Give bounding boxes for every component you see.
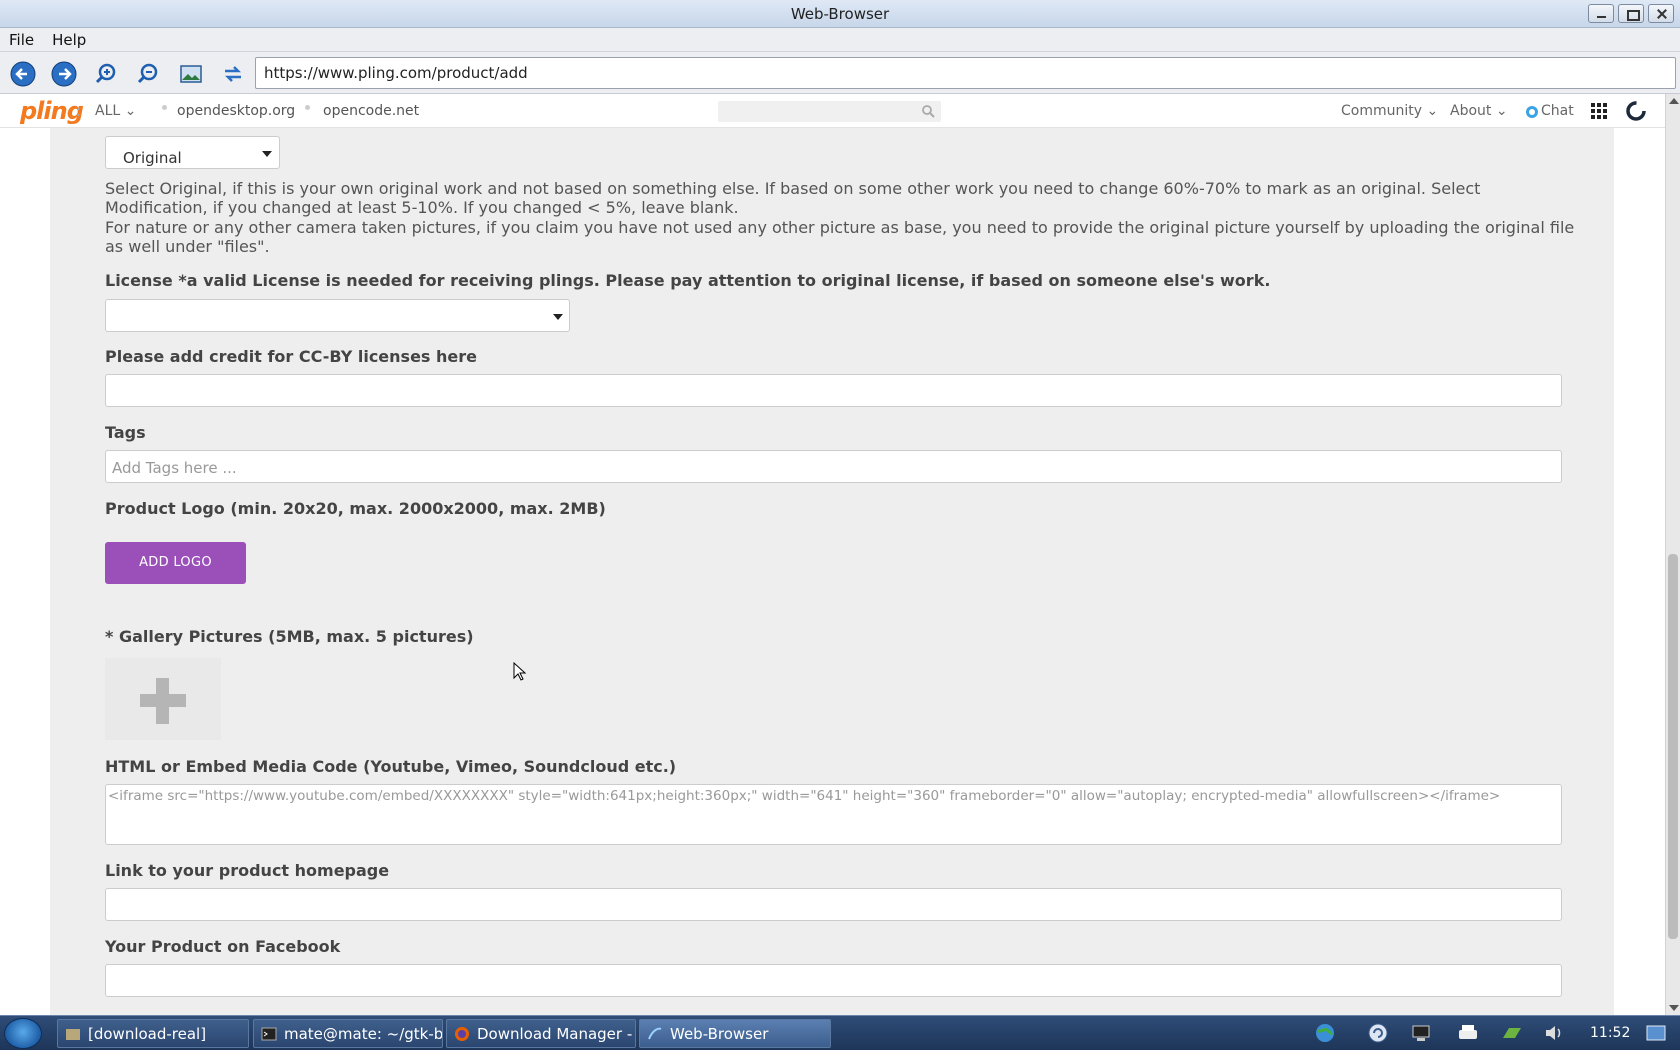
- images-button[interactable]: [177, 60, 205, 88]
- window-titlebar: Web-Browser: [0, 0, 1680, 28]
- embed-label: HTML or Embed Media Code (Youtube, Vimeo…: [105, 757, 677, 776]
- all-dropdown[interactable]: ALL ⌄: [95, 103, 136, 119]
- task-label: mate@mate: ~/gtk-br...: [284, 1025, 443, 1043]
- site-navbar: pling : ALL ⌄ opendesktop.org opencode.n…: [0, 94, 1665, 128]
- logo-separator: :: [76, 102, 82, 120]
- zoom-in-icon: [95, 63, 116, 84]
- zoom-out-icon: [137, 63, 158, 84]
- reload-button[interactable]: [219, 60, 247, 88]
- task-download-real[interactable]: [download-real]: [57, 1019, 249, 1048]
- chevron-down-icon: [262, 151, 272, 157]
- link-opencode[interactable]: opencode.net: [323, 103, 419, 119]
- facebook-label: Your Product on Facebook: [105, 937, 341, 956]
- menubar: File Help: [0, 28, 1680, 52]
- volume-icon[interactable]: [1543, 1022, 1567, 1044]
- tags-placeholder: Add Tags here ...: [112, 459, 237, 477]
- facebook-input[interactable]: [105, 964, 1562, 997]
- tags-input[interactable]: Add Tags here ...: [105, 450, 1562, 483]
- embed-code-textarea[interactable]: <iframe src="https://www.youtube.com/emb…: [105, 784, 1562, 845]
- tags-label: Tags: [105, 423, 146, 442]
- camera-help-text: For nature or any other camera taken pic…: [105, 218, 1575, 256]
- back-button[interactable]: [9, 60, 37, 88]
- add-gallery-picture-button[interactable]: [105, 658, 221, 740]
- chat-icon: [1526, 106, 1538, 118]
- credit-input[interactable]: [105, 374, 1562, 407]
- reload-icon: [224, 66, 242, 82]
- browser-toolbar: https://www.pling.com/product/add: [0, 52, 1680, 94]
- plus-icon-bar: [140, 694, 186, 707]
- original-help-text: Select Original, if this is your own ori…: [105, 179, 1481, 217]
- search-icon: [922, 105, 935, 118]
- license-select[interactable]: [105, 299, 570, 332]
- maximize-button[interactable]: [1618, 4, 1644, 23]
- close-button[interactable]: [1648, 4, 1674, 23]
- add-logo-button[interactable]: ADD LOGO: [105, 542, 246, 584]
- page-content: Original Select Original, if this is you…: [0, 128, 1665, 1015]
- display-icon[interactable]: [1410, 1022, 1434, 1044]
- zoom-in-button[interactable]: [92, 60, 120, 88]
- battery-icon[interactable]: [1500, 1022, 1524, 1044]
- folder-icon: [66, 1029, 80, 1040]
- product-form: Original Select Original, if this is you…: [50, 128, 1614, 1015]
- window-title: Web-Browser: [790, 5, 890, 23]
- original-select[interactable]: Original: [105, 136, 280, 169]
- user-avatar-icon[interactable]: [1626, 101, 1646, 121]
- task-label: Web-Browser: [670, 1025, 769, 1043]
- gallery-label: * Gallery Pictures (5MB, max. 5 pictures…: [105, 627, 474, 646]
- embed-placeholder: <iframe src="https://www.youtube.com/emb…: [108, 788, 1501, 804]
- credit-label: Please add credit for CC-BY licenses her…: [105, 347, 477, 366]
- pling-logo[interactable]: pling: [20, 97, 84, 125]
- back-arrow-icon: [10, 61, 36, 87]
- nav-bullet: [162, 105, 167, 110]
- forward-button[interactable]: [50, 60, 78, 88]
- task-web-browser[interactable]: Web-Browser: [639, 1019, 831, 1048]
- logo-label: Product Logo (min. 20x20, max. 2000x2000…: [105, 499, 606, 518]
- scroll-down-icon[interactable]: [1669, 1005, 1679, 1011]
- minimize-button[interactable]: [1588, 4, 1614, 23]
- mouse-cursor-icon: [513, 662, 527, 681]
- site-search-input[interactable]: [718, 101, 941, 122]
- firefox-icon: [455, 1027, 469, 1041]
- task-download-manager[interactable]: Download Manager - ...: [446, 1019, 636, 1048]
- apps-grid-icon[interactable]: [1591, 103, 1607, 119]
- chevron-down-icon: [553, 314, 563, 320]
- browser-icon: [648, 1027, 662, 1040]
- forward-arrow-icon: [51, 61, 77, 87]
- clock: 11:52: [1590, 1025, 1631, 1041]
- chat-link[interactable]: Chat: [1541, 103, 1574, 119]
- task-label: [download-real]: [88, 1025, 207, 1043]
- task-label: Download Manager - ...: [477, 1025, 636, 1043]
- homepage-input[interactable]: [105, 888, 1562, 921]
- show-desktop-icon[interactable]: [1645, 1022, 1669, 1044]
- network-globe-icon[interactable]: [1313, 1022, 1337, 1044]
- scroll-up-icon[interactable]: [1669, 98, 1679, 104]
- url-input[interactable]: https://www.pling.com/product/add: [255, 57, 1676, 89]
- original-select-value: Original: [123, 149, 182, 167]
- link-opendesktop[interactable]: opendesktop.org: [177, 103, 295, 119]
- about-dropdown[interactable]: About ⌄: [1450, 103, 1508, 119]
- image-icon: [180, 65, 202, 83]
- menu-help[interactable]: Help: [43, 28, 95, 51]
- menu-file[interactable]: File: [0, 28, 43, 51]
- nav-bullet: [305, 105, 310, 110]
- printer-icon[interactable]: [1456, 1022, 1480, 1044]
- update-icon[interactable]: [1366, 1022, 1390, 1044]
- taskbar: [download-real] mate@mate: ~/gtk-br... D…: [0, 1015, 1680, 1050]
- scrollbar-thumb[interactable]: [1668, 554, 1678, 939]
- license-label: License *a valid License is needed for r…: [105, 271, 1271, 290]
- homepage-label: Link to your product homepage: [105, 861, 390, 880]
- terminal-icon: [261, 1027, 277, 1041]
- start-button[interactable]: [4, 1018, 42, 1049]
- zoom-out-button[interactable]: [134, 60, 162, 88]
- page-scrollbar[interactable]: [1665, 94, 1680, 1015]
- community-dropdown[interactable]: Community ⌄: [1341, 103, 1438, 119]
- task-terminal[interactable]: mate@mate: ~/gtk-br...: [253, 1019, 443, 1048]
